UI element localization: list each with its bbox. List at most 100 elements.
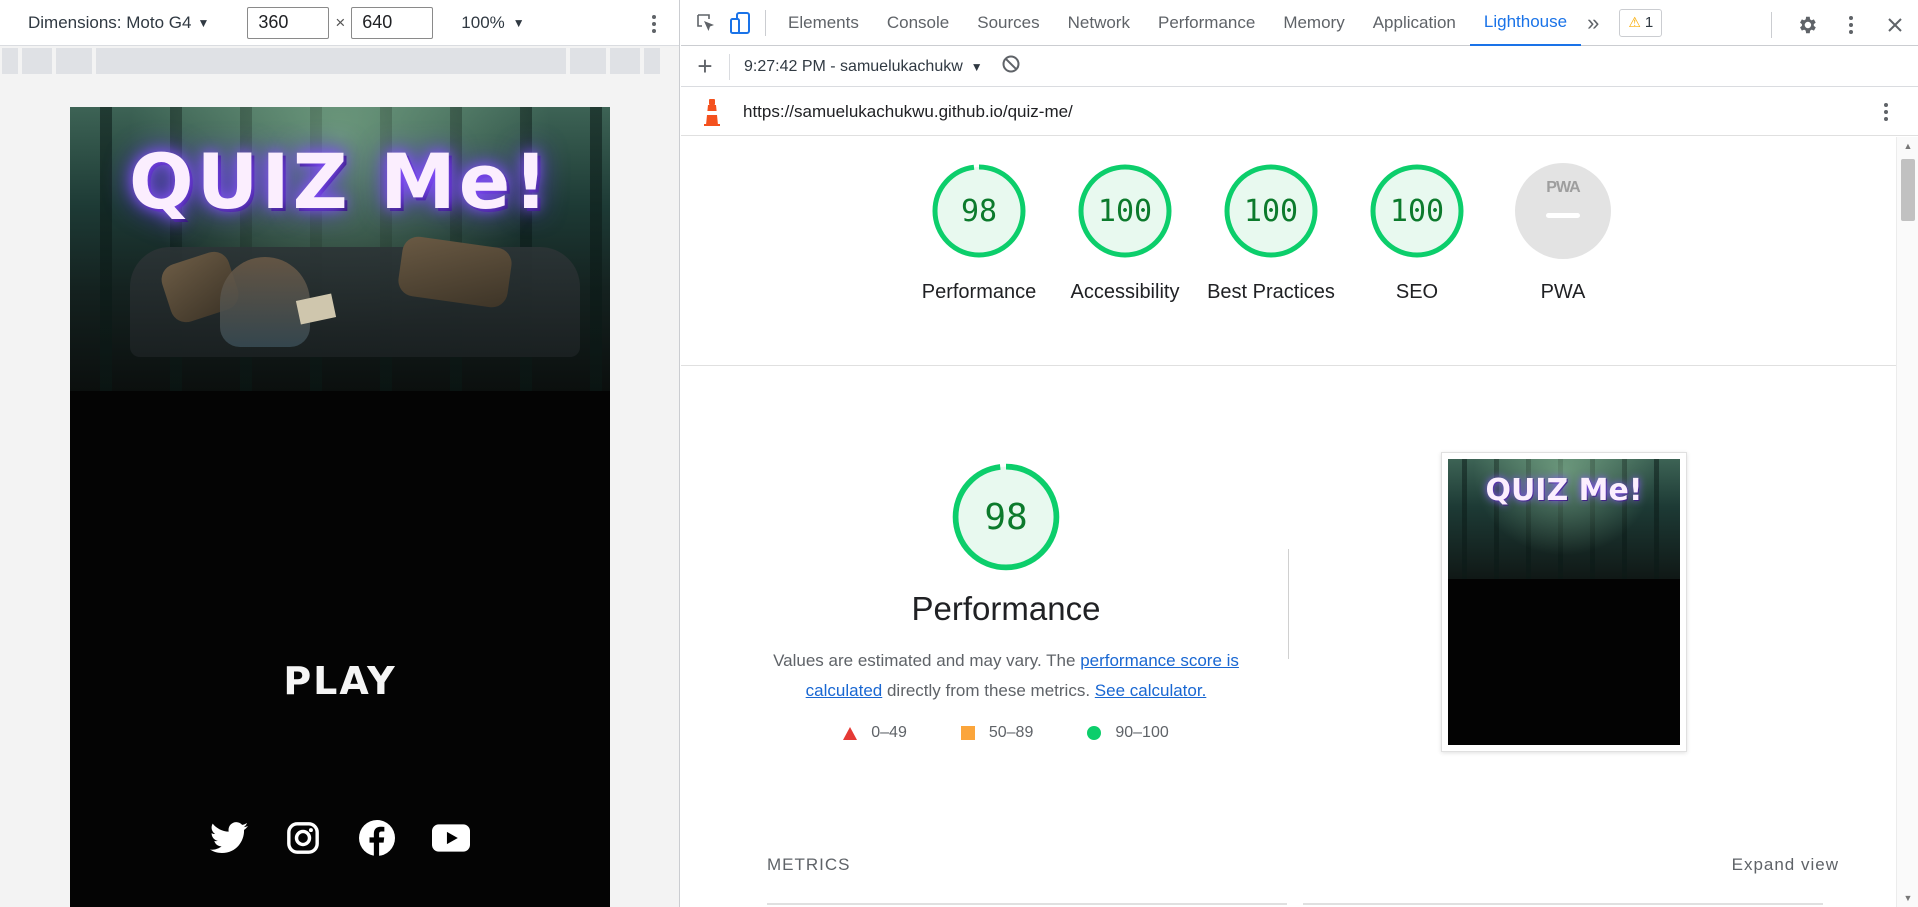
scroll-down-icon[interactable]: ▼	[1897, 893, 1918, 903]
warnings-count: 1	[1644, 14, 1654, 31]
tab-elements[interactable]: Elements	[774, 0, 873, 46]
desc-text: directly from these metrics.	[882, 681, 1095, 700]
pwa-dash	[1546, 213, 1580, 218]
height-input[interactable]: 640	[351, 6, 434, 39]
media-query-segment[interactable]	[570, 48, 606, 74]
play-button[interactable]: PLAY	[70, 659, 610, 703]
score-pwa[interactable]: PWA PWA	[1515, 163, 1611, 307]
metrics-rule	[767, 903, 1287, 905]
customize-devtools-icon[interactable]	[1834, 8, 1868, 42]
see-calculator-link[interactable]: See calculator.	[1095, 681, 1207, 700]
inspect-element-icon[interactable]	[689, 6, 723, 40]
media-query-segment[interactable]	[644, 48, 660, 74]
scroll-up-icon[interactable]: ▲	[1897, 141, 1918, 151]
facebook-icon[interactable]	[358, 819, 396, 857]
metrics-label: METRICS	[767, 855, 851, 874]
close-icon[interactable]	[1878, 8, 1912, 42]
warning-icon: ⚠	[1628, 14, 1641, 30]
lighthouse-logo-icon	[681, 97, 743, 127]
gauge-value: 100	[1243, 193, 1299, 229]
performance-summary: 98 Performance Values are estimated and …	[761, 462, 1251, 742]
more-tabs-icon[interactable]: »	[1581, 0, 1605, 46]
report-scrollbar[interactable]: ▲ ▼	[1896, 137, 1918, 907]
caret-down-icon: ▼	[970, 59, 983, 74]
media-query-bar[interactable]	[0, 48, 679, 76]
media-query-segment[interactable]	[610, 48, 640, 74]
instagram-icon[interactable]	[284, 819, 322, 857]
gauge-label: Accessibility	[1070, 281, 1180, 303]
pwa-badge-icon: PWA	[1515, 163, 1611, 259]
report-select[interactable]: 9:27:42 PM - samuelukachukw ▼	[729, 53, 983, 80]
legend-range: 50–89	[988, 724, 1034, 741]
legend-range: 90–100	[1115, 724, 1169, 741]
performance-description: Values are estimated and may vary. The p…	[761, 646, 1251, 706]
scroll-thumb[interactable]	[1901, 159, 1915, 221]
lighthouse-report: 98 Performance 100 Accessibility 100 Bes…	[681, 137, 1896, 907]
media-query-segment[interactable]	[2, 48, 18, 74]
score-legend: 0–49 50–89 90–100	[761, 724, 1251, 742]
screenshot-title: QUIZ Me!	[1485, 473, 1643, 508]
toolbar-divider	[1771, 12, 1772, 38]
score-best-practices[interactable]: 100 Best Practices	[1207, 163, 1335, 307]
toolbar-divider	[765, 9, 766, 36]
gauge-label: Best Practices	[1207, 281, 1335, 303]
devtools-actions	[1763, 8, 1912, 42]
zoom-select[interactable]: 100% ▼	[461, 13, 524, 33]
desc-text: Values are estimated and may vary. The	[773, 651, 1081, 670]
vertical-divider	[1288, 549, 1289, 659]
report-select-label: 9:27:42 PM - samuelukachukw	[744, 57, 963, 75]
gauge: 98	[931, 163, 1027, 259]
tab-performance[interactable]: Performance	[1144, 0, 1269, 46]
zoom-label: 100%	[461, 12, 505, 32]
tab-network[interactable]: Network	[1054, 0, 1144, 46]
tab-lighthouse[interactable]: Lighthouse	[1469, 0, 1582, 46]
screen: Dimensions: Moto G4 ▼ 360 × 640 100% ▼ Q…	[0, 0, 1918, 907]
tab-console[interactable]: Console	[873, 0, 963, 46]
caret-down-icon: ▼	[512, 15, 525, 30]
score-seo[interactable]: 100 SEO	[1369, 163, 1465, 307]
device-emulation-pane: Dimensions: Moto G4 ▼ 360 × 640 100% ▼ Q…	[0, 0, 680, 907]
width-input[interactable]: 360	[247, 6, 330, 39]
triangle-icon	[843, 726, 858, 740]
device-toolbar: Dimensions: Moto G4 ▼ 360 × 640 100% ▼	[0, 0, 679, 46]
gauge-value: 100	[1389, 193, 1445, 229]
legend-range: 0–49	[871, 724, 907, 741]
gauge-label: PWA	[1540, 281, 1586, 303]
new-report-icon[interactable]: +	[681, 51, 729, 82]
quiz-title: QUIZ Me!	[129, 137, 551, 226]
screenshot-image: QUIZ Me!	[1448, 459, 1680, 745]
lighthouse-toolbar: + 9:27:42 PM - samuelukachukw ▼	[681, 47, 1918, 87]
youtube-icon[interactable]	[432, 819, 470, 857]
pwa-badge-text: PWA	[1546, 179, 1580, 196]
score-performance[interactable]: 98 Performance	[922, 163, 1036, 307]
performance-title: Performance	[911, 590, 1101, 627]
more-options-icon[interactable]	[642, 12, 666, 36]
legend-pass: 90–100	[1087, 724, 1169, 742]
devtools-panel: Elements Console Sources Network Perform…	[681, 0, 1918, 907]
legend-fail: 0–49	[843, 724, 907, 742]
media-query-segment[interactable]	[22, 48, 52, 74]
report-url: https://samuelukachukwu.github.io/quiz-m…	[743, 101, 1073, 121]
gauge-value: 100	[1097, 193, 1153, 229]
social-links	[70, 819, 610, 857]
score-accessibility[interactable]: 100 Accessibility	[1071, 163, 1179, 307]
media-query-segment[interactable]	[56, 48, 92, 74]
report-url-bar: https://samuelukachukwu.github.io/quiz-m…	[681, 88, 1918, 136]
tab-memory[interactable]: Memory	[1269, 0, 1358, 46]
settings-gear-icon[interactable]	[1790, 8, 1824, 42]
device-select[interactable]: Dimensions: Moto G4 ▼	[28, 13, 209, 33]
tab-application[interactable]: Application	[1359, 0, 1470, 46]
gauge-value: 98	[984, 496, 1028, 538]
score-gauges: 98 Performance 100 Accessibility 100 Bes…	[922, 163, 1611, 307]
report-menu-icon[interactable]	[1874, 100, 1898, 124]
clear-reports-icon[interactable]	[1001, 54, 1021, 79]
device-toolbar-icon[interactable]	[723, 6, 757, 40]
expand-view-toggle[interactable]: Expand view	[1732, 855, 1839, 875]
media-query-segment[interactable]	[96, 48, 566, 74]
twitter-icon[interactable]	[210, 819, 248, 857]
tab-sources[interactable]: Sources	[963, 0, 1053, 46]
warnings-badge[interactable]: ⚠ 1	[1619, 8, 1663, 37]
devtools-tab-bar: Elements Console Sources Network Perform…	[681, 0, 1918, 46]
final-screenshot[interactable]: QUIZ Me!	[1441, 452, 1687, 752]
metrics-header: METRICS Expand view	[767, 855, 1839, 875]
